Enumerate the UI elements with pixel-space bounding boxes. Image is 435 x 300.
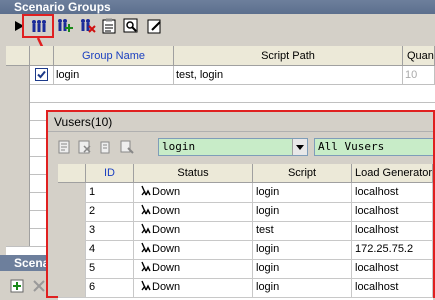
id-header[interactable]: ID bbox=[86, 164, 134, 183]
vuser-load-generator: localhost bbox=[352, 278, 433, 297]
table-row[interactable]: 3 Down test localhost bbox=[58, 221, 433, 241]
status-filter-select[interactable]: All Vusers bbox=[314, 138, 433, 156]
view-script-icon[interactable] bbox=[122, 17, 140, 35]
row-header[interactable] bbox=[6, 210, 30, 228]
remove-vusers-icon[interactable] bbox=[79, 17, 97, 35]
group-name-cell[interactable]: login bbox=[54, 66, 174, 84]
row-header[interactable] bbox=[58, 278, 86, 297]
row-header[interactable] bbox=[6, 120, 30, 138]
scenario-toolbar bbox=[0, 14, 435, 38]
table-row[interactable]: 1 Down login localhost bbox=[58, 183, 433, 203]
vuser-status: Down bbox=[134, 221, 253, 240]
vuser-script: login bbox=[253, 183, 352, 202]
table-row[interactable]: 6 Down login localhost bbox=[58, 278, 433, 298]
vuser-id: 4 bbox=[86, 240, 134, 259]
status-filter-value: All Vusers bbox=[318, 140, 385, 153]
down-status-icon bbox=[141, 261, 151, 272]
add-vusers-icon[interactable] bbox=[56, 17, 74, 35]
grid-corner bbox=[58, 164, 86, 183]
table-row[interactable]: 2 Down login localhost bbox=[58, 202, 433, 222]
vuser-script: login bbox=[253, 259, 352, 278]
scenario-status-toolbar bbox=[0, 271, 50, 298]
show-vuser-icon[interactable] bbox=[118, 138, 136, 156]
row-header[interactable] bbox=[58, 240, 86, 259]
vusers-toolbar: login All Vusers bbox=[48, 132, 433, 162]
row-header[interactable] bbox=[58, 202, 86, 221]
script-header[interactable]: Script bbox=[253, 164, 352, 183]
row-header[interactable] bbox=[6, 192, 30, 210]
row-header[interactable] bbox=[6, 84, 30, 102]
vuser-status: Down bbox=[134, 202, 253, 221]
row-header[interactable] bbox=[6, 228, 30, 246]
down-status-icon bbox=[141, 242, 151, 253]
row-header[interactable] bbox=[58, 259, 86, 278]
chevron-down-icon[interactable] bbox=[292, 139, 307, 155]
vuser-status-text: Down bbox=[152, 243, 181, 255]
vuser-status-text: Down bbox=[152, 281, 181, 293]
vuser-status-text: Down bbox=[152, 224, 181, 236]
row-header[interactable] bbox=[6, 138, 30, 156]
vuser-status-text: Down bbox=[152, 205, 181, 217]
add-icon[interactable] bbox=[8, 277, 26, 295]
vuser-script: login bbox=[253, 278, 352, 297]
row-header[interactable] bbox=[6, 156, 30, 174]
reset-vuser-icon[interactable] bbox=[96, 138, 114, 156]
vusers-grid: ID Status Script Load Generator 1 Down l… bbox=[58, 164, 433, 300]
group-name-header[interactable]: Group Name bbox=[54, 46, 174, 66]
vuser-load-generator: localhost bbox=[352, 183, 433, 202]
vuser-id: 5 bbox=[86, 259, 134, 278]
check-column-header bbox=[30, 46, 54, 66]
group-enabled-checkbox[interactable] bbox=[30, 66, 54, 84]
vuser-script: login bbox=[253, 240, 352, 259]
table-row[interactable] bbox=[6, 84, 435, 103]
row-header[interactable] bbox=[6, 102, 30, 120]
table-row[interactable]: 5 Down login localhost bbox=[58, 259, 433, 279]
grid-corner bbox=[6, 46, 30, 66]
details-icon[interactable] bbox=[100, 17, 118, 35]
scenario-status-title: Scena bbox=[0, 255, 50, 271]
vuser-id: 2 bbox=[86, 202, 134, 221]
script-path-cell[interactable]: test, login bbox=[174, 66, 403, 84]
window-title: Scenario Groups bbox=[0, 0, 435, 14]
vuser-status-text: Down bbox=[152, 186, 181, 198]
vuser-load-generator: localhost bbox=[352, 202, 433, 221]
vuser-load-generator: 172.25.75.2 bbox=[352, 240, 433, 259]
group-filter-value: login bbox=[162, 140, 196, 153]
vuser-status: Down bbox=[134, 259, 253, 278]
vuser-status: Down bbox=[134, 278, 253, 297]
down-status-icon bbox=[141, 204, 151, 215]
table-row[interactable]: 4 Down login 172.25.75.2 bbox=[58, 240, 433, 260]
down-status-icon bbox=[141, 280, 151, 291]
vuser-id: 3 bbox=[86, 221, 134, 240]
vusers-dialog-title: Vusers(10) bbox=[48, 112, 433, 132]
vuser-status-text: Down bbox=[152, 262, 181, 274]
quantity-header[interactable]: Quant bbox=[403, 46, 435, 66]
vuser-script: test bbox=[253, 221, 352, 240]
stop-vuser-icon[interactable] bbox=[76, 138, 94, 156]
row-header[interactable] bbox=[58, 221, 86, 240]
vuser-id: 1 bbox=[86, 183, 134, 202]
vuser-id: 6 bbox=[86, 278, 134, 297]
vuser-status: Down bbox=[134, 240, 253, 259]
vusers-button-highlight bbox=[22, 14, 54, 38]
table-row[interactable]: login test, login 10 bbox=[6, 66, 435, 85]
down-status-icon bbox=[141, 223, 151, 234]
script-path-header[interactable]: Script Path bbox=[174, 46, 403, 66]
edit-icon[interactable] bbox=[146, 17, 164, 35]
quantity-cell[interactable]: 10 bbox=[403, 66, 435, 84]
group-filter-select[interactable]: login bbox=[158, 138, 308, 156]
load-generator-header[interactable]: Load Generator bbox=[352, 164, 433, 183]
row-header[interactable] bbox=[58, 183, 86, 202]
vuser-load-generator: localhost bbox=[352, 221, 433, 240]
status-header[interactable]: Status bbox=[134, 164, 253, 183]
row-header[interactable] bbox=[6, 66, 30, 84]
down-status-icon bbox=[141, 185, 151, 196]
vuser-status: Down bbox=[134, 183, 253, 202]
vuser-load-generator: localhost bbox=[352, 259, 433, 278]
vuser-script: login bbox=[253, 202, 352, 221]
run-vuser-icon[interactable] bbox=[56, 138, 74, 156]
vusers-dialog: Vusers(10) login All Vusers ID Status Sc… bbox=[46, 110, 435, 300]
row-header[interactable] bbox=[6, 174, 30, 192]
